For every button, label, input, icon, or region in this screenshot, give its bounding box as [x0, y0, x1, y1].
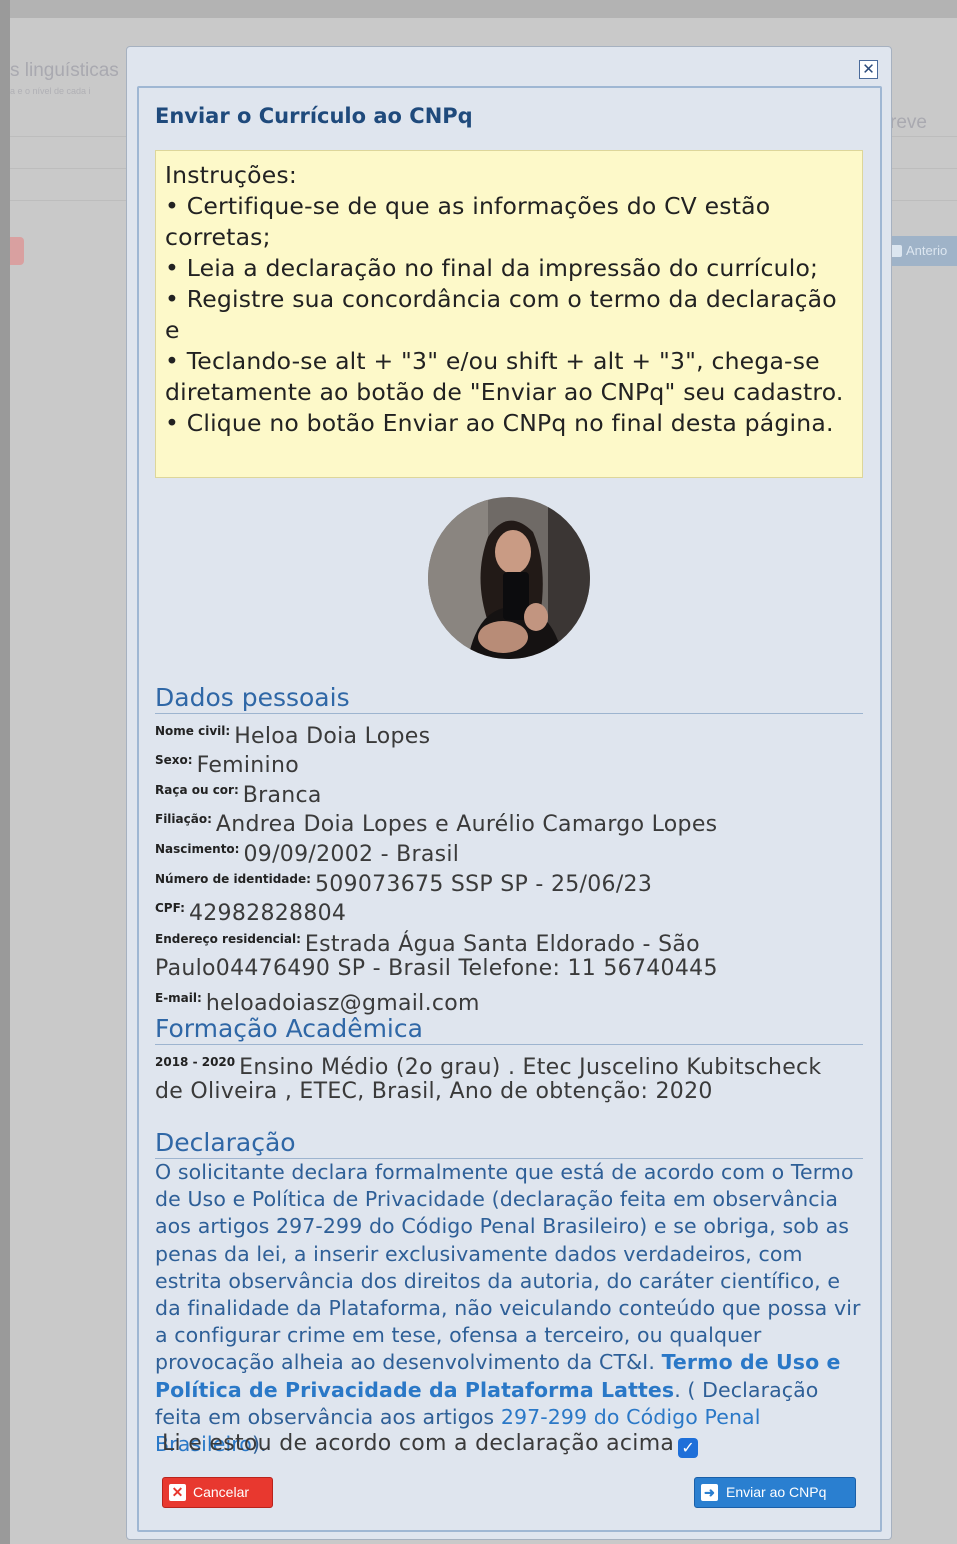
background-divider	[10, 200, 126, 201]
formacao-period: 2018 - 2020	[155, 1055, 236, 1069]
instruction-item: • Clique no botão Enviar ao CNPq no fina…	[165, 409, 834, 437]
field-value: Paulo04476490 SP - Brasil Telefone: 11 5…	[155, 956, 718, 981]
field-value: 509073675 SSP SP - 25/06/23	[314, 872, 653, 897]
section-title-formacao: Formação Acadêmica	[155, 1014, 863, 1045]
field-value: Feminino	[196, 753, 299, 778]
instruction-item: • Teclando-se alt + "3" e/ou shift + alt…	[165, 347, 844, 406]
background-breve-text: reve	[890, 112, 927, 133]
send-button-label: Enviar ao CNPq	[726, 1484, 827, 1500]
field-value: 42982828804	[188, 901, 347, 926]
background-divider	[892, 200, 957, 201]
instruction-item: • Certifique-se de que as informações do…	[165, 192, 771, 251]
field-cpf: CPF: 42982828804	[155, 894, 346, 928]
dialog-title: Enviar o Currículo ao CNPq	[155, 104, 473, 128]
profile-photo	[428, 497, 590, 659]
formacao-description: de Oliveira , ETEC, Brasil, Ano de obten…	[155, 1079, 713, 1104]
background-section-title: s linguísticas	[10, 60, 119, 81]
field-label: Sexo:	[155, 753, 193, 767]
background-section-subtitle: a e o nível de cada i	[10, 86, 91, 96]
background-anterior-button: Anterio	[884, 236, 957, 266]
background-divider	[10, 136, 126, 137]
cancel-button[interactable]: ✕ Cancelar	[162, 1477, 273, 1508]
instruction-item: • Registre sua concordância com o termo …	[165, 285, 837, 344]
field-value: 09/09/2002 - Brasil	[243, 842, 460, 867]
field-label: Nascimento:	[155, 842, 240, 856]
field-endereco-continued: Paulo04476490 SP - Brasil Telefone: 11 5…	[155, 954, 718, 983]
instruction-item: • Leia a declaração no final da impressã…	[165, 254, 819, 282]
field-label: CPF:	[155, 901, 185, 915]
declaration-text: O solicitante declara formalmente que es…	[155, 1159, 867, 1458]
close-icon: ✕	[862, 60, 875, 78]
field-filiacao: Filiação: Andrea Doia Lopes e Aurélio Cam…	[155, 805, 717, 839]
close-button[interactable]: ✕	[859, 60, 878, 79]
field-label: E-mail:	[155, 991, 202, 1005]
field-nascimento: Nascimento: 09/09/2002 - Brasil	[155, 835, 459, 869]
close-icon: ✕	[169, 1484, 186, 1501]
field-label: Nome civil:	[155, 724, 231, 738]
declaration-body: O solicitante declara formalmente que es…	[155, 1160, 861, 1375]
section-title-dados-pessoais: Dados pessoais	[155, 683, 863, 714]
field-label: Endereço residencial:	[155, 932, 301, 946]
agreement-row: Li e estou de acordo com a declaração ac…	[162, 1431, 699, 1458]
background-divider	[892, 168, 957, 169]
field-email: E-mail: heloadoiasz@gmail.com	[155, 984, 480, 1018]
field-label: Raça ou cor:	[155, 783, 239, 797]
background-divider	[892, 136, 957, 137]
section-title-declaracao: Declaração	[155, 1128, 863, 1159]
checkmark-icon: ✓	[681, 1438, 696, 1457]
field-value: Andrea Doia Lopes e Aurélio Camargo Lope…	[215, 812, 718, 837]
background-cancel-button	[10, 237, 24, 265]
background-divider	[10, 168, 126, 169]
agreement-checkbox[interactable]: ✓	[678, 1438, 699, 1458]
instructions-box: Instruções: • Certifique-se de que as in…	[155, 150, 863, 478]
field-label: Filiação:	[155, 812, 212, 826]
formacao-entry-continued: de Oliveira , ETEC, Brasil, Ano de obten…	[155, 1077, 713, 1106]
arrow-right-icon: ➜	[701, 1484, 718, 1501]
background-top-bar	[10, 0, 957, 18]
agreement-label: Li e estou de acordo com a declaração ac…	[162, 1431, 675, 1456]
send-to-cnpq-button[interactable]: ➜ Enviar ao CNPq	[694, 1477, 856, 1508]
field-value: heloadoiasz@gmail.com	[205, 991, 480, 1016]
field-sexo: Sexo: Feminino	[155, 746, 299, 780]
cancel-button-label: Cancelar	[193, 1484, 250, 1500]
instructions-heading: Instruções:	[165, 161, 297, 189]
field-label: Número de identidade:	[155, 872, 311, 886]
